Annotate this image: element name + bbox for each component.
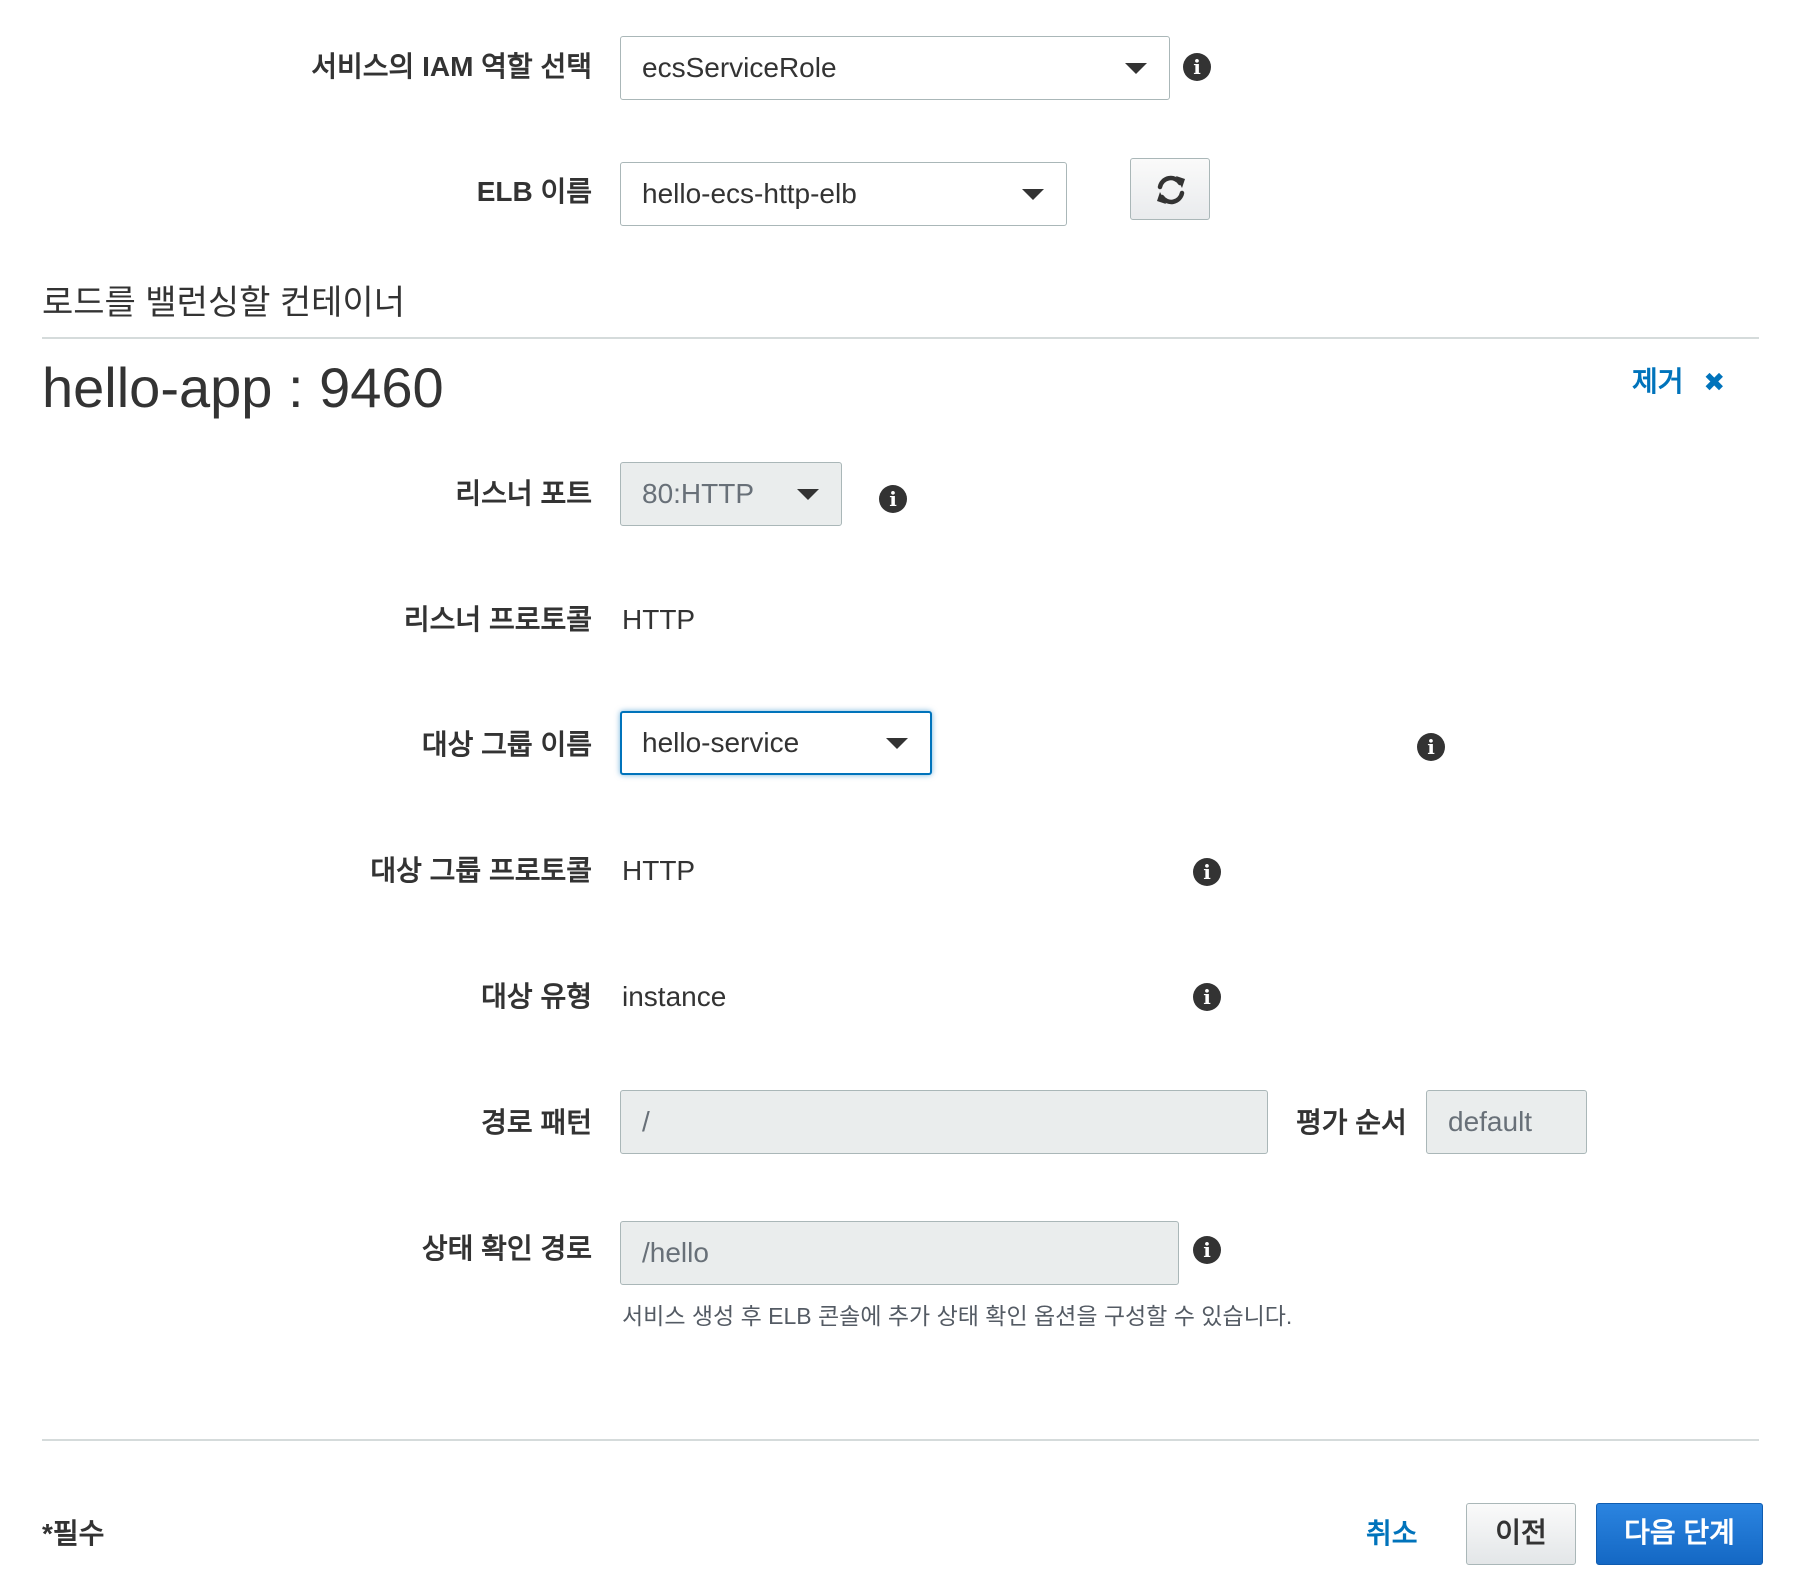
target-group-protocol-value: HTTP (622, 855, 696, 886)
listener-port-select[interactable]: 80:HTTP (620, 462, 842, 526)
listener-protocol-value: HTTP (622, 604, 696, 635)
refresh-icon (1157, 175, 1185, 205)
listener-protocol-label: 리스너 프로토콜 (403, 604, 592, 635)
info-icon[interactable]: i (1193, 858, 1221, 886)
section-divider (42, 337, 1759, 339)
info-icon[interactable]: i (1193, 1236, 1221, 1264)
container-name: hello-app : 9460 (42, 356, 444, 419)
required-note: *필수 (42, 1518, 105, 1549)
elb-name-select[interactable]: hello-ecs-http-elb (620, 162, 1067, 226)
target-group-name-value: hello-service (642, 727, 800, 758)
remove-link[interactable]: 제거 ✖ (1632, 364, 1725, 400)
close-icon: ✖ (1703, 367, 1726, 397)
remove-label: 제거 (1632, 366, 1684, 397)
info-icon[interactable]: i (1183, 53, 1211, 81)
iam-role-select[interactable]: ecsServiceRole (620, 36, 1170, 100)
info-icon[interactable]: i (879, 485, 907, 513)
target-group-protocol-label: 대상 그룹 프로토콜 (370, 855, 592, 886)
path-pattern-input[interactable]: / (620, 1090, 1268, 1154)
health-check-help-text: 서비스 생성 후 ELB 콘솔에 추가 상태 확인 옵션을 구성할 수 있습니다… (622, 1303, 1293, 1329)
target-group-name-label: 대상 그룹 이름 (421, 729, 592, 760)
cancel-link[interactable]: 취소 (1366, 1517, 1418, 1551)
refresh-button[interactable] (1130, 158, 1210, 220)
elb-name-label: ELB 이름 (476, 176, 592, 207)
target-type-label: 대상 유형 (481, 981, 592, 1012)
health-check-path-label: 상태 확인 경로 (421, 1233, 592, 1264)
info-icon[interactable]: i (1417, 733, 1445, 761)
caret-down-icon (1022, 189, 1044, 200)
evaluation-order-label: 평가 순서 (1296, 1107, 1407, 1138)
previous-button[interactable]: 이전 (1466, 1503, 1576, 1565)
caret-down-icon (797, 489, 819, 500)
evaluation-order-input[interactable]: default (1426, 1090, 1587, 1154)
path-pattern-label: 경로 패턴 (481, 1107, 592, 1138)
info-icon[interactable]: i (1193, 983, 1221, 1011)
health-check-path-input[interactable]: /hello (620, 1221, 1179, 1285)
target-type-value: instance (622, 981, 727, 1012)
iam-role-label: 서비스의 IAM 역할 선택 (311, 51, 592, 82)
target-group-name-select[interactable]: hello-service (620, 711, 932, 775)
footer-divider (42, 1439, 1759, 1441)
next-step-button[interactable]: 다음 단계 (1596, 1503, 1763, 1565)
listener-port-value: 80:HTTP (642, 478, 755, 509)
caret-down-icon (886, 738, 908, 749)
listener-port-label: 리스너 포트 (455, 478, 592, 509)
section-title: 로드를 밸런싱할 컨테이너 (42, 284, 405, 322)
iam-role-value: ecsServiceRole (642, 52, 837, 83)
caret-down-icon (1125, 63, 1147, 74)
elb-name-value: hello-ecs-http-elb (642, 178, 857, 209)
